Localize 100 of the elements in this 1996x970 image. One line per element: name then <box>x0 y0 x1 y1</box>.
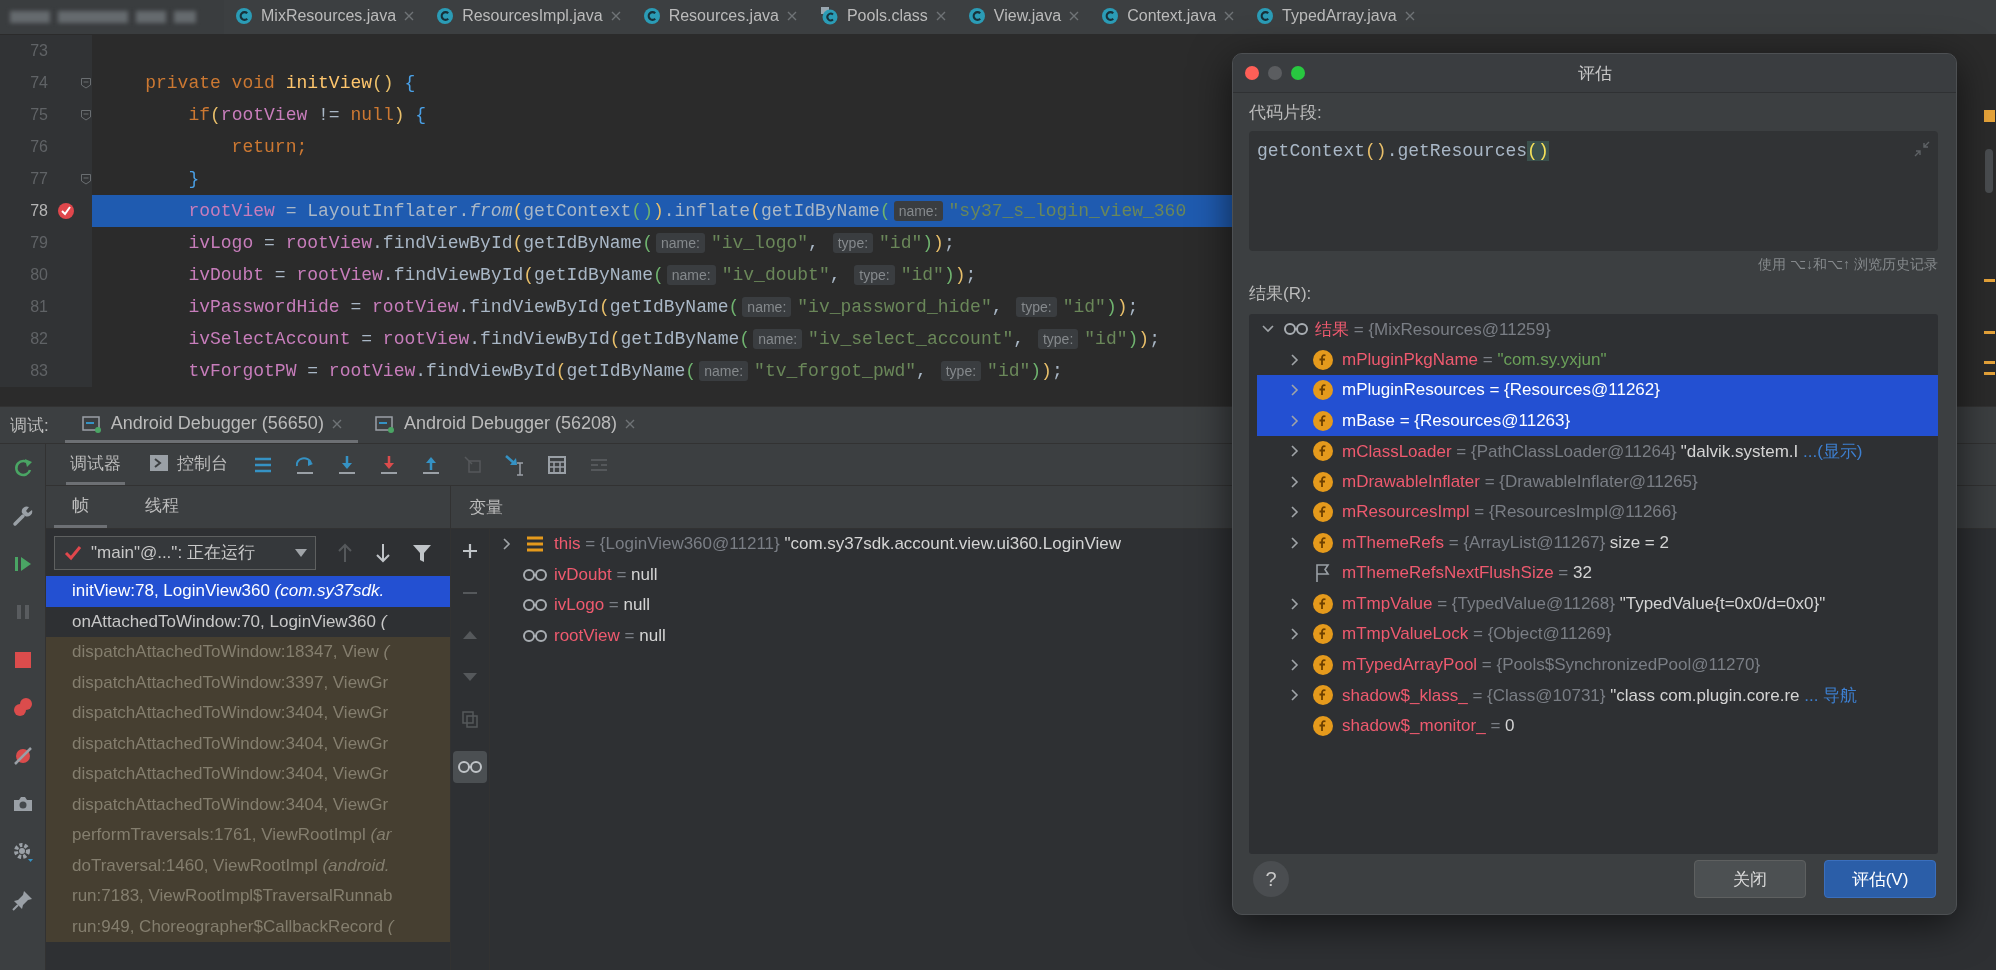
tree-row[interactable]: ivDoubt = null <box>496 559 1216 590</box>
variable-text: mThemeRefsNextFlushSize = 32 <box>1342 563 1592 584</box>
arrow-down-icon[interactable] <box>374 542 392 563</box>
variable-text: mBase = {Resources@11263} <box>1342 410 1571 431</box>
stack-frame[interactable]: initView:78, LoginView360 (com.sy37sdk. <box>46 576 450 607</box>
close-icon[interactable] <box>1404 10 1415 21</box>
close-icon[interactable] <box>331 418 342 429</box>
tree-row[interactable]: mTypedArrayPool = {Pools$SynchronizedPool@11270} <box>1257 649 1938 680</box>
text-link[interactable]: ... 导航 <box>1804 685 1858 705</box>
code-line: rootView = LayoutInflater.from(getContext()).inflate(getIdByName( name: "sy37_s_login_view_360 <box>187 201 1187 221</box>
tree-row[interactable]: shadow$_klass_ = {Class@10731} "class com.plugin.core.re ... 导航 <box>1257 680 1938 711</box>
panel-tab[interactable]: 帧 <box>54 486 107 528</box>
caret-icon <box>295 548 307 557</box>
close-icon[interactable] <box>404 10 415 21</box>
fold-icon[interactable] <box>80 173 92 185</box>
field-label: 代码片段: <box>1249 102 1323 123</box>
panel-tab[interactable]: 线程 <box>127 486 197 528</box>
field-icon <box>1312 348 1334 371</box>
close-icon[interactable] <box>1069 10 1080 21</box>
field-icon <box>1312 592 1334 615</box>
close-icon[interactable] <box>786 10 797 21</box>
text-link[interactable]: ...(显示) <box>1803 441 1863 461</box>
session-tab[interactable]: Android Debugger (56208) <box>357 407 652 443</box>
tree-row[interactable]: this = {LoginView360@11211} "com.sy37sdk.account.view.ui360.LoginView <box>496 529 1216 560</box>
glasses-icon <box>522 627 548 644</box>
variable-text: shadow$_monitor_ = 0 <box>1342 715 1515 736</box>
plus-icon[interactable] <box>460 541 480 561</box>
tree-row[interactable]: mThemeRefsNextFlushSize = 32 <box>1257 558 1938 589</box>
session-tab[interactable]: Android Debugger (56650) <box>64 407 358 443</box>
run-to-cursor-icon[interactable] <box>504 453 526 476</box>
view-tab[interactable]: 控制台 <box>145 444 232 485</box>
debugger-icon <box>373 413 396 434</box>
code-line: private void initView() { <box>144 73 416 93</box>
close-icon[interactable] <box>935 10 946 21</box>
tree-row[interactable]: rootView = null <box>496 620 1216 651</box>
dialog-button[interactable]: 评估(V) <box>1824 860 1936 898</box>
field-icon <box>1312 379 1334 402</box>
thread-dropdown[interactable]: "main"@...": 正在运行 <box>54 535 316 570</box>
wrench-icon[interactable] <box>10 504 35 528</box>
tree-row[interactable]: shadow$_monitor_ = 0 <box>1257 710 1938 741</box>
help-button[interactable]: ? <box>1253 861 1289 897</box>
tree-row[interactable]: mClassLoader = {PathClassLoader@11264} "dalvik.system.I ...(显示) <box>1257 436 1938 467</box>
code-input[interactable]: getContext().getResources() <box>1249 131 1938 251</box>
fold-icon[interactable] <box>80 109 92 121</box>
watches-toggle-icon[interactable] <box>453 751 487 783</box>
force-step-into-icon[interactable] <box>378 453 400 476</box>
field-icon <box>1312 470 1334 493</box>
stack-frame[interactable]: onAttachedToWindow:70, LoginView360 ( <box>46 606 450 637</box>
close-icon[interactable] <box>610 10 621 21</box>
editor-tab[interactable]: TypedArray.java <box>1245 0 1426 34</box>
tree-row[interactable]: mResourcesImpl = {ResourcesImpl@11266} <box>1257 497 1938 528</box>
editor-tab[interactable]: Context.java <box>1090 0 1246 34</box>
copy-icon[interactable] <box>460 709 480 729</box>
close-icon[interactable] <box>1224 10 1235 21</box>
close-button[interactable] <box>1245 66 1259 80</box>
tree-row[interactable]: mPluginPkgName = "com.sy.yxjun" <box>1257 344 1938 375</box>
field-icon <box>1312 653 1334 676</box>
step-into-icon[interactable] <box>336 453 358 476</box>
editor-tab[interactable]: ResourcesImpl.java <box>425 0 632 34</box>
dialog-button[interactable]: 关闭 <box>1694 860 1806 898</box>
class-icon <box>1101 6 1120 25</box>
variable-text: ivLogo = null <box>554 595 650 616</box>
editor-tab[interactable]: Pools.class <box>807 0 957 34</box>
panel-label: 调试: <box>9 414 50 437</box>
tree-row[interactable]: mTmpValue = {TypedValue@11268} "TypedValue{t=0x0/d=0x0}" <box>1257 588 1938 619</box>
tree-row[interactable]: mThemeRefs = {ArrayList@11267} size = 2 <box>1257 527 1938 558</box>
field-icon <box>1312 531 1334 554</box>
editor-tab[interactable]: View.java <box>956 0 1091 34</box>
variable-text: 结果 = {MixResources@11259} <box>1315 318 1551 341</box>
variable-text: rootView = null <box>554 625 666 646</box>
tree-row[interactable]: mDrawableInflater = {DrawableInflater@11265} <box>1257 466 1938 497</box>
tree-row[interactable]: mPluginResources = {Resources@11262} <box>1257 375 1938 406</box>
field-icon <box>1312 409 1334 432</box>
tree-row[interactable]: ivLogo = null <box>496 590 1216 621</box>
tree-row[interactable]: mTmpValueLock = {Object@11269} <box>1257 619 1938 650</box>
variable-text: mTmpValueLock = {Object@11269} <box>1342 624 1612 645</box>
tree-row[interactable]: 结果 = {MixResources@11259} <box>1257 314 1938 345</box>
pin-icon[interactable] <box>10 888 35 912</box>
code-line: ivPasswordHide = rootView.findViewById(getIdByName( name: "iv_password_hide", type: "id")); <box>187 297 1139 317</box>
breakpoint-icon[interactable] <box>56 201 76 221</box>
field-icon <box>1312 440 1334 463</box>
variable-text: mPluginPkgName = "com.sy.yxjun" <box>1342 349 1607 370</box>
tree-row[interactable]: mBase = {Resources@11263} <box>1257 405 1938 436</box>
zoom-button[interactable] <box>1291 66 1305 80</box>
editor-tab[interactable]: Resources.java <box>631 0 808 34</box>
evaluate-icon[interactable] <box>546 453 568 476</box>
class-icon <box>436 6 455 25</box>
variable-text: shadow$_klass_ = {Class@10731} "class com.plugin.core.re ... 导航 <box>1342 684 1858 707</box>
fold-icon[interactable] <box>80 77 92 89</box>
editor-tab[interactable]: MixResources.java <box>224 0 426 34</box>
collapse-icon[interactable] <box>1914 141 1930 157</box>
variable-text: mThemeRefs = {ArrayList@11267} size = 2 <box>1342 532 1669 553</box>
arrow-up-icon[interactable] <box>336 542 354 563</box>
field-icon <box>1312 714 1334 737</box>
filter-icon[interactable] <box>412 542 432 563</box>
close-icon[interactable] <box>625 418 636 429</box>
field-icon <box>1312 623 1334 646</box>
glasses-icon <box>522 566 548 583</box>
code-line: } <box>187 169 200 189</box>
variable-text: mTypedArrayPool = {Pools$SynchronizedPool@11270} <box>1342 654 1761 675</box>
